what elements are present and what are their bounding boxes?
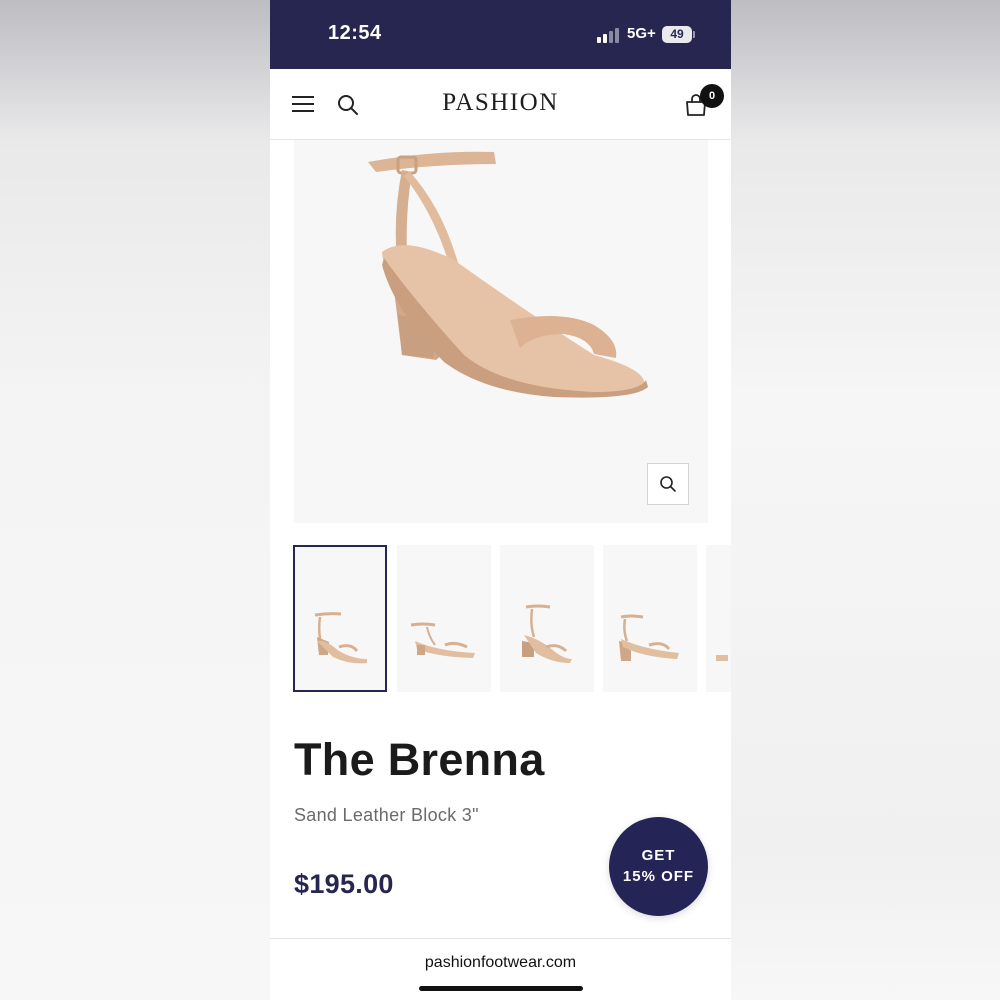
- thumbnail-2[interactable]: [397, 545, 491, 692]
- browser-url-bar: pashionfootwear.com: [270, 938, 731, 1000]
- sandal-image: [368, 151, 648, 398]
- thumbnail-sandal-image: [410, 622, 475, 658]
- phone-screen: 12:54 5G+ 49 PASHION 0 The Brenna Sand L…: [270, 0, 731, 1000]
- status-bar: 12:54 5G+ 49: [270, 0, 731, 69]
- zoom-icon: [660, 476, 676, 492]
- thumbnail-1[interactable]: [293, 545, 387, 692]
- battery-icon: 49: [662, 26, 692, 43]
- thumbnail-sandal-image: [522, 604, 572, 663]
- zoom-button[interactable]: [647, 463, 689, 505]
- thumbnail-sandal-image: [619, 614, 679, 661]
- thumbnail-sandal-image: [716, 655, 728, 661]
- status-time: 12:54: [328, 22, 382, 44]
- promo-line-2: 15% OFF: [622, 868, 695, 885]
- product-main-image[interactable]: [294, 140, 708, 523]
- promo-line-1: GET: [641, 847, 676, 864]
- site-header: PASHION 0: [270, 69, 731, 140]
- discount-promo-button[interactable]: GET 15% OFF: [609, 817, 708, 916]
- home-indicator[interactable]: [419, 986, 583, 991]
- product-title: The Brenna: [294, 734, 545, 785]
- thumbnail-5[interactable]: [706, 545, 731, 692]
- background-right: [731, 0, 1000, 1000]
- thumbnail-strip[interactable]: [293, 545, 731, 692]
- product-price: $195.00: [294, 869, 394, 899]
- background-left: [0, 0, 270, 1000]
- thumbnail-3[interactable]: [500, 545, 594, 692]
- brand-logo[interactable]: PASHION: [270, 89, 731, 117]
- cart-count-badge: 0: [700, 84, 724, 108]
- battery-tip: [693, 31, 695, 38]
- product-variant: Sand Leather Block 3": [294, 805, 479, 825]
- signal-icon: [597, 27, 621, 43]
- thumbnail-sandal-image: [314, 612, 367, 664]
- url-text[interactable]: pashionfootwear.com: [270, 954, 731, 972]
- thumbnail-4[interactable]: [603, 545, 697, 692]
- network-type: 5G+: [627, 25, 656, 42]
